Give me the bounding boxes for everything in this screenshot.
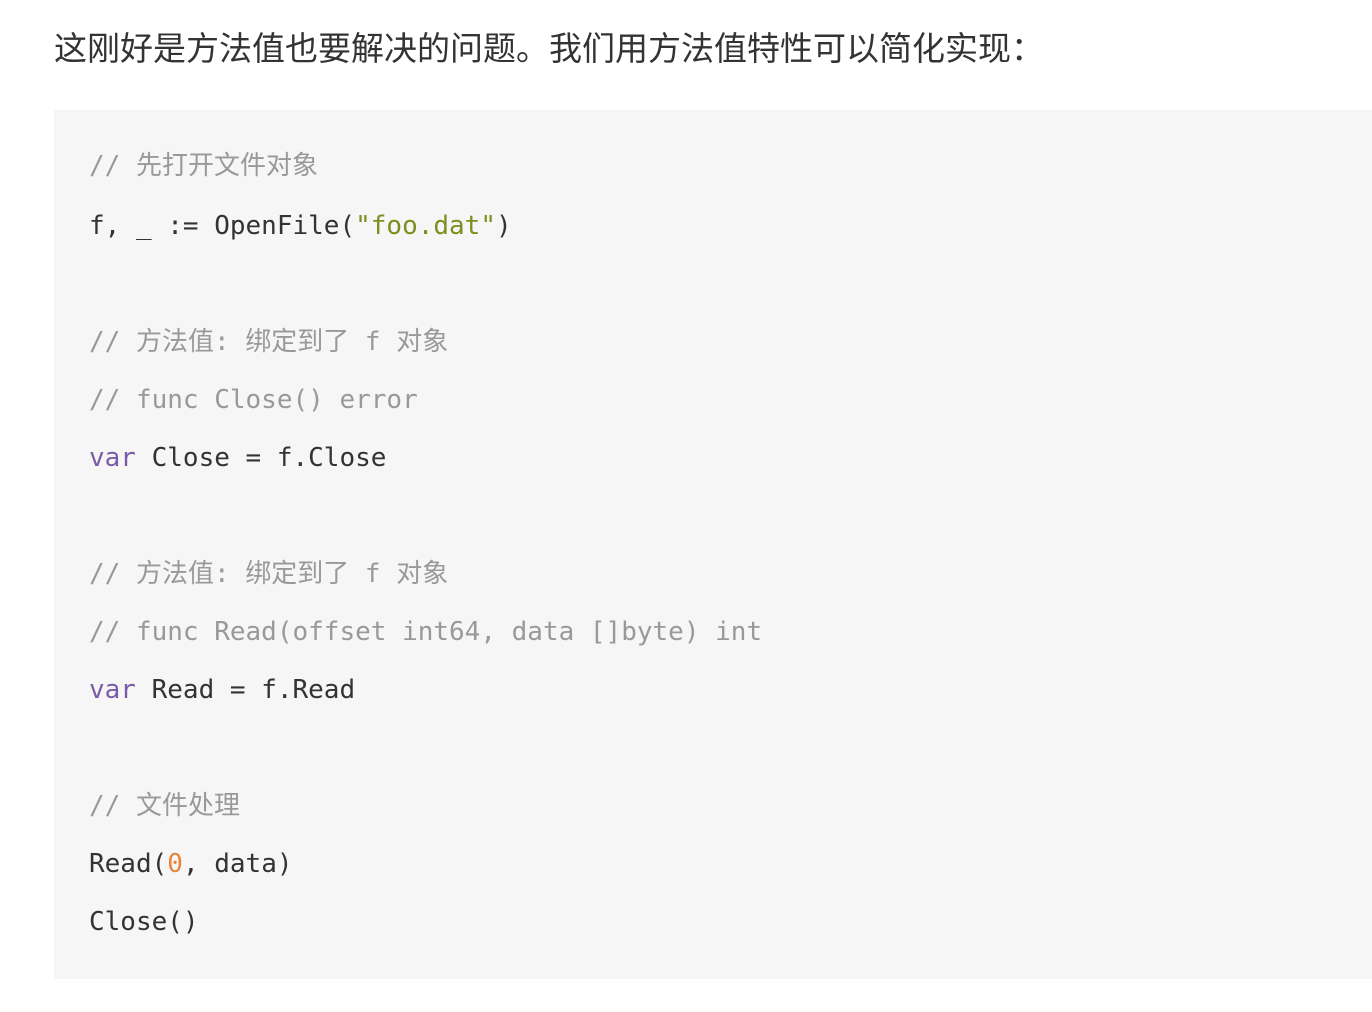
code-token-plain: Read( <box>89 849 168 879</box>
code-line: Close() <box>89 902 199 942</box>
code-line: // 方法值: 绑定到了 f 对象 <box>89 322 448 362</box>
code-line: Read(0, data) <box>89 844 293 884</box>
code-token-comment: // 方法值: 绑定到了 f 对象 <box>89 327 449 357</box>
code-token-comment: // 文件处理 <box>89 791 240 821</box>
code-token-keyword: var <box>89 675 136 705</box>
code-line: f, _ := OpenFile("foo.dat") <box>89 206 512 246</box>
code-line: // 先打开文件对象 <box>89 146 318 186</box>
code-line: var Close = f.Close <box>89 438 386 478</box>
code-line: // func Close() error <box>89 380 418 420</box>
code-token-number: 0 <box>167 849 183 879</box>
code-token-plain: ) <box>496 211 512 241</box>
code-token-plain: , data) <box>182 849 293 879</box>
code-token-comment: // 方法值: 绑定到了 f 对象 <box>89 559 449 589</box>
code-token-plain: f, _ := OpenFile( <box>89 211 356 241</box>
intro-paragraph: 这刚好是方法值也要解决的问题。我们用方法值特性可以简化实现： <box>54 29 1044 68</box>
code-token-comment: // func Close() error <box>89 385 418 415</box>
code-token-comment: // 先打开文件对象 <box>89 151 318 181</box>
code-token-keyword: var <box>89 443 136 473</box>
code-line: // func Read(offset int64, data []byte) … <box>89 612 762 652</box>
code-line: var Read = f.Read <box>89 670 355 710</box>
code-token-plain: Read = f.Read <box>135 675 356 705</box>
code-line: // 文件处理 <box>89 786 240 826</box>
code-token-plain: Close() <box>89 907 199 937</box>
code-token-string: "foo.dat" <box>355 211 496 241</box>
code-block: // 先打开文件对象 f, _ := OpenFile("foo.dat") // … <box>54 110 1372 979</box>
code-token-plain: Close = f.Close <box>135 443 387 473</box>
code-token-comment: // func Read(offset int64, data []byte) … <box>89 617 763 647</box>
code-line: // 方法值: 绑定到了 f 对象 <box>89 554 448 594</box>
